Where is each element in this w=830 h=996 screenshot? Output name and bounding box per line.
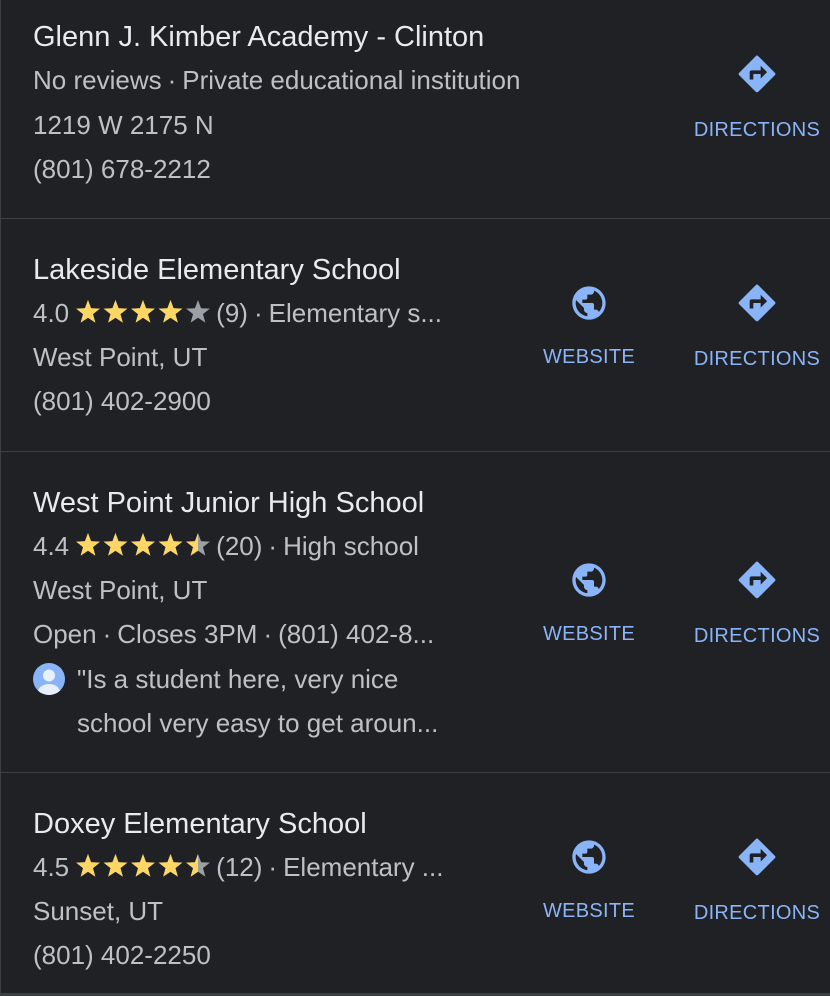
separator: ·: [167, 65, 177, 95]
open-status: Open: [33, 619, 97, 649]
result-meta: 4.5 (12) · Elementary ...: [33, 850, 443, 884]
directions-label: DIRECTIONS: [693, 902, 821, 924]
address-text: Sunset, UT: [33, 896, 164, 926]
result-card[interactable]: Lakeside Elementary School 4.0 (9) · Elemen…: [1, 219, 830, 452]
stars-svg: [76, 300, 211, 323]
separator: ·: [263, 619, 273, 649]
address-text: 1219 W 2175 N: [33, 110, 214, 140]
reviewer-avatar: [33, 663, 65, 695]
rating-value: 4.4: [33, 531, 70, 561]
star-filled: [76, 854, 101, 877]
separator: ·: [102, 619, 112, 649]
rating-value: 4.0: [33, 298, 70, 328]
result-title[interactable]: Doxey Elementary School: [33, 806, 367, 842]
directions-icon: [738, 561, 776, 599]
star-filled: [158, 854, 183, 877]
star-empty: [186, 300, 211, 323]
directions-icon: [738, 838, 776, 876]
globe-icon: [572, 840, 606, 874]
avatar-icon: [38, 669, 60, 695]
phone-text[interactable]: (801) 402-8...: [278, 619, 434, 649]
result-card[interactable]: West Point Junior High School 4.4 (20) · Hi…: [1, 452, 830, 773]
rating-value: 4.5: [33, 852, 70, 882]
hours-line: Open · Closes 3PM · (801) 402-8...: [33, 617, 463, 651]
website-label: WEBSITE: [542, 900, 636, 922]
website-button[interactable]: WEBSITE: [514, 283, 664, 369]
star-filled: [76, 300, 101, 323]
separator: ·: [268, 531, 278, 561]
review-count[interactable]: (12): [216, 852, 262, 882]
directions-label: DIRECTIONS: [693, 625, 821, 647]
website-label: WEBSITE: [542, 346, 636, 368]
result-meta: No reviews · Private educational instituti…: [33, 63, 520, 97]
star-filled: [131, 300, 156, 323]
directions-button[interactable]: DIRECTIONS: [682, 558, 830, 648]
reviews-text: No reviews: [33, 65, 162, 95]
result-title[interactable]: Lakeside Elementary School: [33, 252, 401, 288]
result-meta: 4.0 (9) · Elementary s...: [33, 296, 463, 330]
phone-text[interactable]: (801) 678-2212: [33, 152, 211, 186]
directions-icon: [738, 284, 776, 322]
star-filled: [158, 300, 183, 323]
website-label: WEBSITE: [542, 623, 636, 645]
directions-button[interactable]: DIRECTIONS: [682, 281, 830, 371]
website-button[interactable]: WEBSITE: [514, 560, 664, 646]
website-button[interactable]: WEBSITE: [514, 837, 664, 923]
directions-button[interactable]: DIRECTIONS: [682, 835, 830, 925]
search-results-panel: Glenn J. Kimber Academy - Clinton No rev…: [0, 0, 830, 996]
review-count[interactable]: (20): [216, 531, 262, 561]
result-title[interactable]: West Point Junior High School: [33, 485, 424, 521]
stars-svg: [76, 533, 211, 556]
category-text: High school: [283, 531, 419, 561]
phone-text[interactable]: (801) 402-2900: [33, 384, 211, 418]
phone-text[interactable]: (801) 402-2250: [33, 938, 211, 972]
separator: ·: [253, 298, 263, 328]
result-meta: 4.4 (20) · High school: [33, 529, 419, 563]
globe-icon: [572, 563, 606, 597]
category-text: Elementary ...: [283, 852, 444, 882]
directions-label: DIRECTIONS: [693, 119, 821, 141]
star-filled: [131, 533, 156, 556]
globe-icon: [572, 286, 606, 320]
address-text: West Point, UT: [33, 342, 208, 372]
result-title[interactable]: Glenn J. Kimber Academy - Clinton: [33, 19, 484, 55]
directions-button[interactable]: DIRECTIONS: [682, 52, 830, 142]
star-filled: [131, 854, 156, 877]
review-snippet-line2: school very easy to get aroun...: [77, 708, 439, 738]
category-text: Elementary s...: [268, 298, 443, 328]
result-card[interactable]: Glenn J. Kimber Academy - Clinton No rev…: [1, 0, 830, 219]
category-text: Private educational institution: [182, 65, 521, 95]
star-filled: [76, 533, 101, 556]
star-filled: [103, 300, 128, 323]
address-text: West Point, UT: [33, 575, 208, 605]
directions-label: DIRECTIONS: [693, 348, 821, 370]
separator: ·: [268, 852, 278, 882]
star-rating: [75, 299, 211, 325]
star-filled: [158, 533, 183, 556]
stars-svg: [76, 854, 211, 877]
star-rating: [75, 532, 211, 558]
star-rating: [75, 853, 211, 879]
star-filled: [103, 533, 128, 556]
review-snippet-line1: "Is a student here, very nice: [77, 664, 399, 694]
star-filled: [103, 854, 128, 877]
directions-icon: [738, 55, 776, 93]
hours-text: Closes 3PM: [117, 619, 258, 649]
result-card[interactable]: Doxey Elementary School 4.5 (12) · Elementa…: [1, 773, 830, 993]
review-count[interactable]: (9): [216, 298, 248, 328]
